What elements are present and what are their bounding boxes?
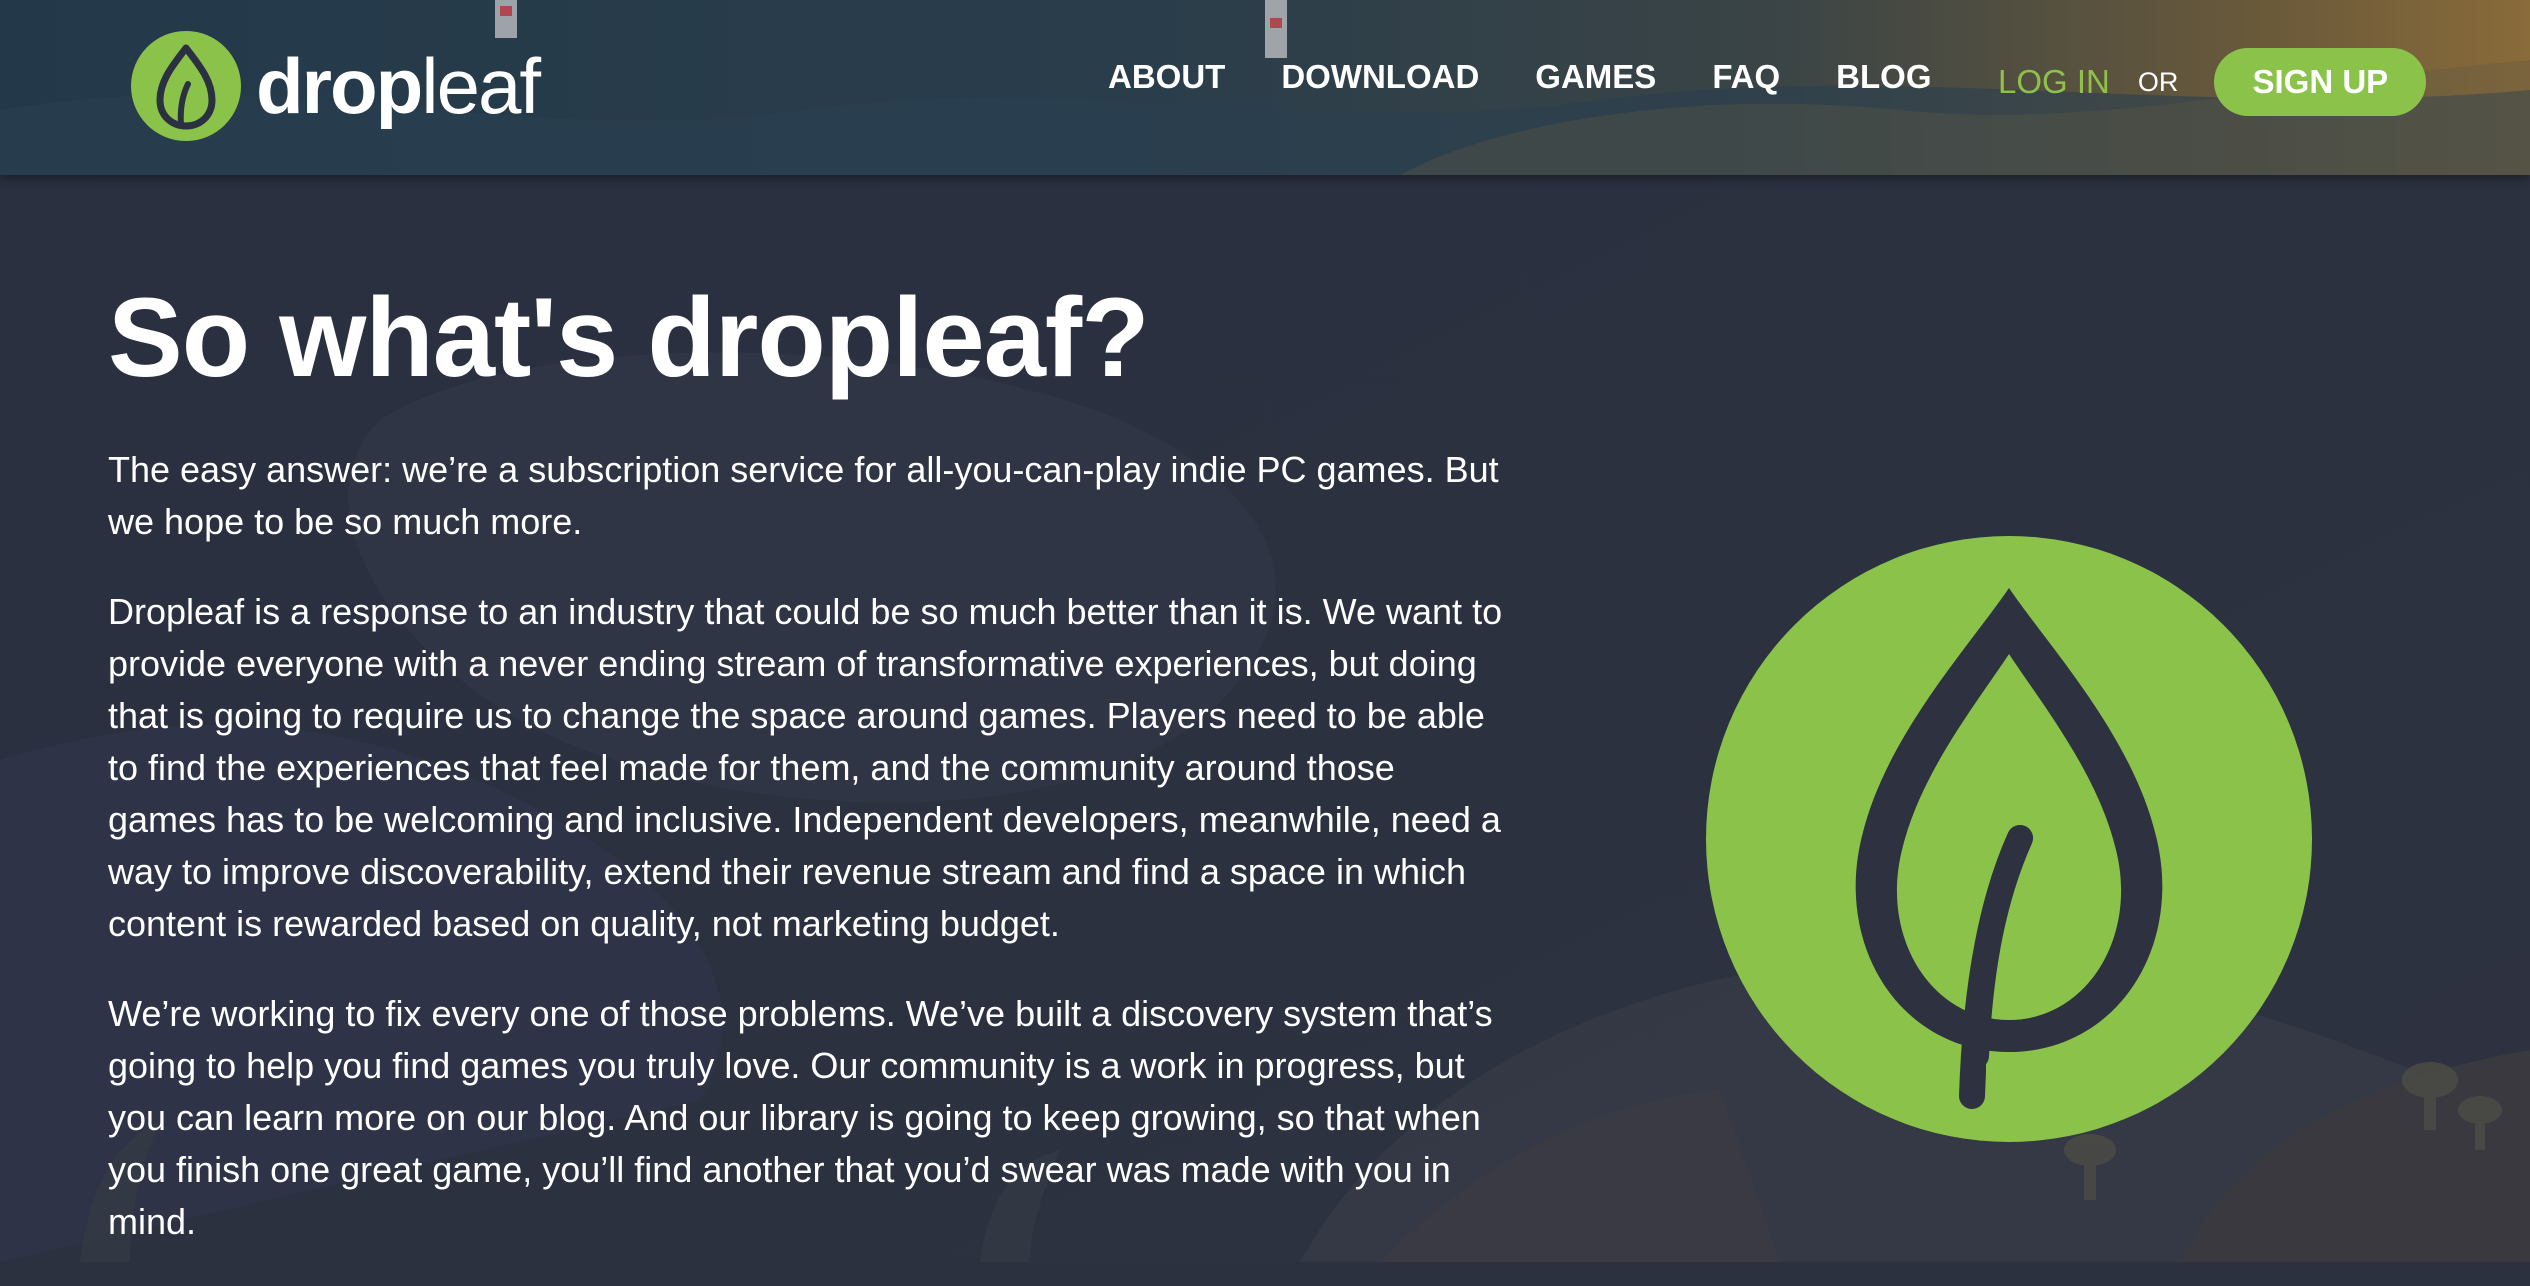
signup-button[interactable]: SIGN UP bbox=[2214, 48, 2427, 116]
nav-item-about[interactable]: ABOUT bbox=[1108, 58, 1225, 96]
leaf-logo-icon bbox=[131, 31, 241, 141]
intro-paragraph: The easy answer: we’re a subscription se… bbox=[108, 449, 1499, 542]
site-header: drop leaf ABOUT DOWNLOAD GAMES FAQ BLOG L… bbox=[0, 0, 2530, 175]
logo-wordmark-bold: drop bbox=[256, 42, 423, 130]
page-title: So what's dropleaf? bbox=[108, 275, 1150, 400]
login-link[interactable]: LOG IN bbox=[1998, 63, 2110, 101]
auth-links: LOG IN OR SIGN UP bbox=[1998, 48, 2427, 116]
nav-item-faq[interactable]: FAQ bbox=[1712, 58, 1780, 96]
site-logo[interactable]: drop leaf bbox=[130, 28, 541, 144]
main-content: So what's dropleaf? The easy answer: we’… bbox=[108, 278, 1508, 1286]
nav-item-games[interactable]: GAMES bbox=[1535, 58, 1656, 96]
logo-wordmark-light: leaf bbox=[421, 42, 541, 130]
main-nav: ABOUT DOWNLOAD GAMES FAQ BLOG bbox=[1108, 58, 1931, 96]
logo-wordmark: drop leaf bbox=[256, 42, 541, 130]
leaf-emblem-icon bbox=[1706, 536, 2312, 1142]
nav-item-blog[interactable]: BLOG bbox=[1836, 58, 1931, 96]
mission-paragraph: Dropleaf is a response to an industry th… bbox=[108, 591, 1503, 944]
progress-paragraph: We’re working to fix every one of those … bbox=[108, 993, 1493, 1242]
nav-item-download[interactable]: DOWNLOAD bbox=[1281, 58, 1479, 96]
or-separator: OR bbox=[2137, 66, 2179, 97]
